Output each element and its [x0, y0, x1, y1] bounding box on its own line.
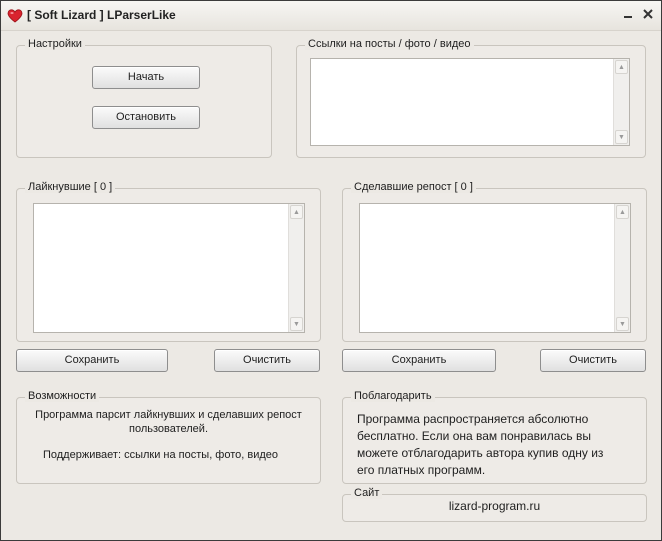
reposters-scrollbar[interactable]: ▲ ▼ [614, 204, 630, 332]
likers-legend: Лайкнувшие [ 0 ] [25, 181, 116, 193]
reposters-save-button[interactable]: Сохранить [342, 349, 496, 372]
reposters-clear-button[interactable]: Очистить [540, 349, 646, 372]
app-window: [ Soft Lizard ] LParserLike Настройки На… [0, 0, 662, 541]
thanks-line: можете отблагодарить автора купив одну и… [357, 446, 604, 460]
thanks-line: бесплатно. Если она вам понравилась вы [357, 429, 591, 443]
start-button[interactable]: Начать [92, 66, 200, 89]
likers-save-button[interactable]: Сохранить [16, 349, 168, 372]
scroll-down-icon[interactable]: ▼ [290, 317, 303, 331]
title-bar[interactable]: [ Soft Lizard ] LParserLike [1, 1, 661, 31]
site-group: Сайт lizard-program.ru [342, 487, 647, 522]
features-legend: Возможности [25, 390, 100, 402]
scroll-up-icon[interactable]: ▲ [290, 205, 303, 219]
scroll-down-icon[interactable]: ▼ [615, 130, 628, 144]
scroll-up-icon[interactable]: ▲ [615, 60, 628, 74]
thanks-text: Программа распространяется абсолютно бес… [357, 411, 642, 479]
reposters-legend: Сделавшие репост [ 0 ] [351, 181, 476, 193]
settings-group: Настройки Начать Остановить [16, 38, 272, 158]
settings-legend: Настройки [25, 38, 85, 50]
features-line-2: пользователей. [128, 423, 209, 435]
scroll-down-icon[interactable]: ▼ [616, 317, 629, 331]
likers-scrollbar[interactable]: ▲ ▼ [288, 204, 304, 332]
thanks-line: его платных программ. [357, 463, 486, 477]
thanks-line: Программа распространяется абсолютно [357, 412, 589, 426]
features-group: Возможности Программа парсит лайкнувших … [16, 390, 321, 484]
scroll-up-icon[interactable]: ▲ [616, 205, 629, 219]
likers-clear-button[interactable]: Очистить [214, 349, 320, 372]
features-line-3: Поддерживает: ссылки на посты, фото, вид… [42, 449, 279, 461]
site-link[interactable]: lizard-program.ru [343, 499, 646, 513]
links-legend: Ссылки на посты / фото / видео [305, 38, 474, 50]
likers-textarea[interactable]: ▲ ▼ [33, 203, 305, 333]
close-icon[interactable] [641, 7, 655, 21]
links-textarea[interactable]: ▲ ▼ [310, 58, 630, 146]
site-legend: Сайт [351, 487, 383, 499]
reposters-textarea[interactable]: ▲ ▼ [359, 203, 631, 333]
likers-group: Лайкнувшие [ 0 ] ▲ ▼ [16, 181, 321, 342]
minimize-icon[interactable] [621, 7, 635, 21]
reposters-group: Сделавшие репост [ 0 ] ▲ ▼ [342, 181, 647, 342]
window-title: [ Soft Lizard ] LParserLike [27, 8, 176, 22]
stop-button[interactable]: Остановить [92, 106, 200, 129]
links-scrollbar[interactable]: ▲ ▼ [613, 59, 629, 145]
features-line-1: Программа парсит лайкнувших и сделавших … [35, 409, 302, 421]
thanks-legend: Поблагодарить [351, 390, 435, 402]
links-group: Ссылки на посты / фото / видео ▲ ▼ [296, 38, 646, 158]
thanks-group: Поблагодарить Программа распространяется… [342, 390, 647, 484]
heart-icon [7, 8, 23, 24]
